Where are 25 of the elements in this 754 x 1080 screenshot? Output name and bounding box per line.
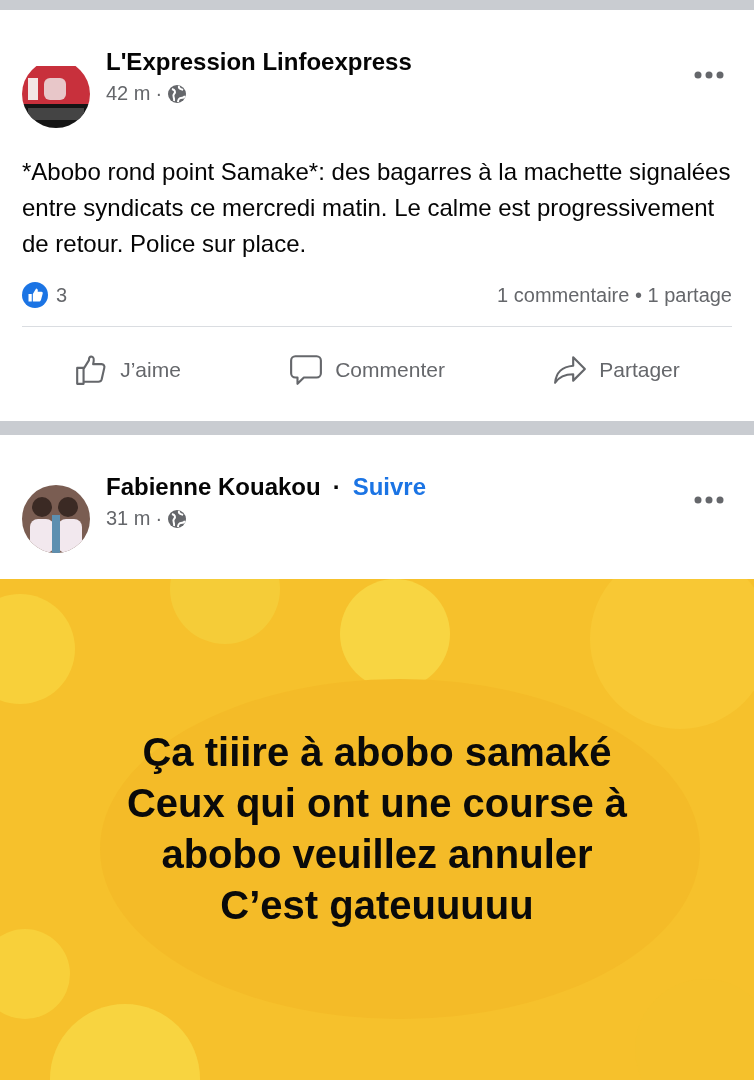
post-time: 42 m (106, 82, 151, 105)
share-button[interactable]: Partager (543, 349, 690, 391)
image-caption-line: abobo veuillez annuler (161, 831, 593, 878)
separator-dot: · (332, 473, 341, 501)
like-reaction-icon (22, 282, 48, 308)
globe-icon (167, 508, 188, 529)
comment-button[interactable]: Commenter (279, 349, 455, 391)
speech-bubble-icon (289, 353, 324, 387)
author-name[interactable]: Fabienne Kouakou (106, 473, 321, 501)
post-time: 31 m (106, 507, 151, 530)
image-caption-line: Ceux qui ont une course à (126, 780, 628, 827)
reaction-count[interactable]: 3 (56, 283, 68, 307)
globe-icon (167, 83, 188, 104)
separator-dot: · (155, 507, 163, 530)
share-arrow-icon (553, 353, 588, 387)
more-options-icon[interactable] (694, 495, 724, 505)
author-name[interactable]: L'Expression Linfoexpress (106, 48, 412, 76)
like-button[interactable]: J’aime (64, 349, 191, 391)
image-caption-line: Ça tiiire à abobo samaké (142, 729, 612, 776)
image-caption-line: C’est gateuuuuu (220, 882, 534, 929)
comments-shares-count[interactable]: 1 commentaire • 1 partage (497, 283, 732, 307)
post-text: *Abobo rond point Samake*: des bagarres à la machette signalées entre syndicats ce mercredi matin. Le calme est progressivement de retour. Police sur place. (22, 157, 732, 259)
follow-link[interactable]: Suivre (352, 473, 427, 501)
separator-dot: · (155, 82, 163, 105)
more-options-icon[interactable] (694, 70, 724, 80)
